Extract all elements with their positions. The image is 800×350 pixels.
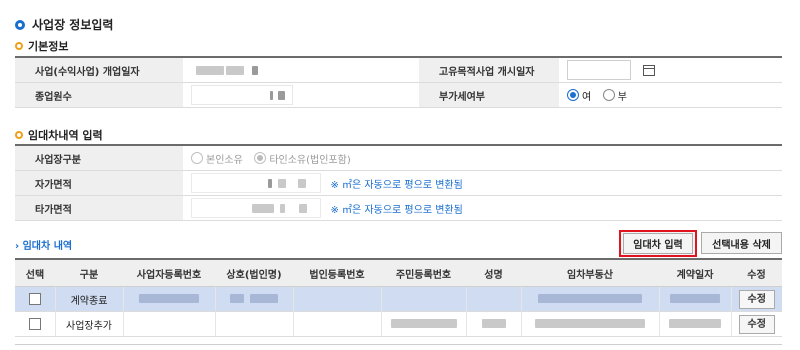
vat-radio-group: 여 부 [559,82,782,108]
employees-label: 종업원수 [15,82,183,108]
row-checkbox[interactable] [28,293,41,305]
workplace-type-radio-group: 본인소유 타인소유(법인포함) [183,145,782,171]
col-name: 성명 [466,259,521,287]
col-contract-date: 계약일자 [659,259,731,287]
col-business-number: 사업자등록번호 [123,259,215,287]
col-leased-property: 임차부동산 [521,259,659,287]
basic-section-title: 기본정보 [15,38,68,54]
lease-input-button-highlight: 임대차 입력 [619,230,697,257]
own-property-radio[interactable] [191,152,203,164]
table-row[interactable]: 사업장추가 수정 [15,311,782,337]
own-area-input[interactable] [191,173,321,193]
employees-input[interactable] [191,85,293,105]
lease-info-table: 사업장구분 본인소유 타인소유(법인포함) 자가면적 ※ ㎡은 자동으로 평으로… [15,144,782,221]
unique-start-date-input[interactable] [567,60,631,80]
col-edit: 수정 [731,259,782,287]
lease-table: 선택 구분 사업자등록번호 상호(법인명) 법인등록번호 주민등록번호 성명 임… [15,258,782,337]
other-area-input[interactable] [191,198,321,218]
vat-label: 부가세여부 [419,82,559,108]
edit-button[interactable]: 수정 [738,314,775,334]
vat-no-radio[interactable] [602,89,615,101]
bullet-icon [15,131,23,139]
basic-section-title-text: 기본정보 [28,40,69,53]
bullet-icon [15,42,23,50]
col-corp-number: 법인등록번호 [293,259,381,287]
other-property-radio[interactable] [254,152,267,164]
bullet-icon [15,19,25,30]
col-company-name: 상호(법인명) [215,259,293,287]
lease-input-button[interactable]: 임대차 입력 [623,233,693,254]
lease-section-title-text: 임대차내역 입력 [28,129,103,142]
table-row[interactable]: 계약종료 수정 [15,286,782,312]
vat-yes-label: 여 [582,91,592,103]
other-area-label: 타가면적 [15,195,183,221]
row-checkbox[interactable] [28,318,41,330]
own-area-label: 자가면적 [15,170,183,196]
lease-section-title: 임대차내역 입력 [15,127,103,143]
row-type: 사업장추가 [54,311,123,337]
page-title: 사업장 정보입력 [15,16,113,33]
page-title-text: 사업장 정보입력 [32,18,114,32]
other-area-hint: ※ ㎡은 자동으로 평으로 변환됨 [330,204,463,216]
unique-start-date-label: 고유목적사업 개시일자 [419,57,559,83]
row-type: 계약종료 [54,286,123,312]
open-date-field[interactable] [191,60,293,80]
col-select: 선택 [15,259,55,287]
workplace-type-label: 사업장구분 [15,145,183,171]
vat-yes-radio[interactable] [567,89,579,101]
col-type: 구분 [55,259,123,287]
chevron-right-icon: › [15,241,20,252]
own-property-label: 본인소유 [206,154,243,166]
lease-list-title-text: 임대차 내역 [22,241,73,252]
table-header-row: 선택 구분 사업자등록번호 상호(법인명) 법인등록번호 주민등록번호 성명 임… [15,259,782,287]
table-bottom-border [15,344,782,345]
col-resident-number: 주민등록번호 [381,259,466,287]
basic-info-table: 사업(수익사업) 개업일자 고유목적사업 개시일자 종업원수 부가세여부 여 부 [15,56,782,108]
own-area-hint: ※ ㎡은 자동으로 평으로 변환됨 [330,179,463,191]
lease-list-title: › 임대차 내역 [15,237,72,252]
calendar-icon[interactable] [642,64,655,76]
vat-no-label: 부 [617,91,627,103]
delete-selected-button[interactable]: 선택내용 삭제 [701,232,782,254]
edit-button[interactable]: 수정 [738,289,775,309]
other-property-label: 타인소유(법인포함) [269,154,351,166]
open-date-label: 사업(수익사업) 개업일자 [15,57,183,83]
